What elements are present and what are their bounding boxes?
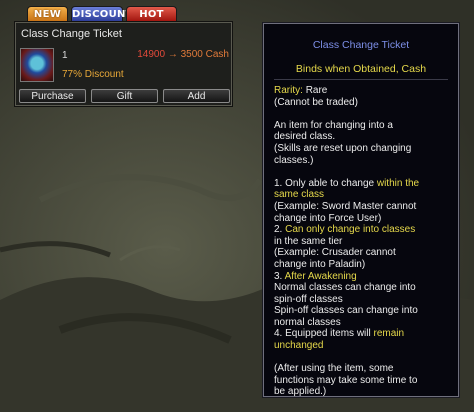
gift-button[interactable]: Gift [91, 89, 158, 103]
note-line: functions may take some time to [274, 374, 418, 386]
rule-1-example: change into Force User) [274, 212, 382, 224]
trade-restriction: (Cannot be traded) [274, 96, 358, 108]
desc-line: desired class. [274, 131, 336, 143]
item-card[interactable]: Class Change Ticket 1 14900 → 3500 Cash … [15, 22, 232, 106]
rule-1-example: (Example: Sword Master cannot [274, 200, 417, 212]
desc-line: classes.) [274, 154, 314, 166]
discount-label: 77% Discount [62, 69, 124, 80]
item-tooltip: Class Change Ticket Binds when Obtained,… [263, 23, 459, 397]
rule-2-example: (Example: Crusader cannot [274, 247, 396, 259]
note-line: be applied.) [274, 386, 327, 398]
purchase-button[interactable]: Purchase [19, 89, 86, 103]
old-price: 14900 [137, 49, 166, 60]
rule-3-line: normal classes [274, 316, 341, 328]
item-quantity: 1 [62, 50, 68, 61]
rule-3-line: spin-off classes [274, 293, 343, 305]
rarity-value: Rare [305, 85, 328, 96]
arrow-icon: → [167, 49, 178, 60]
rule-2: 2. Can only change into classes [274, 224, 416, 236]
desc-line: An item for changing into a [274, 119, 393, 131]
rule-2-example: change into Paladin) [274, 258, 366, 270]
rule-3: 3. After Awakening [274, 270, 357, 282]
rule-4: 4. Equipped items will remain [274, 328, 405, 340]
desc-line: (Skills are reset upon changing [274, 142, 412, 154]
tooltip-body: Rarity: Rare (Cannot be traded) An item … [274, 85, 452, 398]
tab-hot[interactable]: HOT [126, 6, 177, 21]
rule-2-cont: in the same tier [274, 235, 343, 247]
tooltip-title: Class Change Ticket [312, 39, 410, 51]
note-line: (After using the item, some [274, 363, 394, 375]
rule-3-line: Normal classes can change into [274, 282, 416, 294]
add-button[interactable]: Add [163, 89, 230, 103]
ticket-icon[interactable] [20, 48, 54, 82]
rarity-label: Rarity: [274, 85, 303, 96]
rule-3-line: Spin-off classes can change into [274, 305, 418, 317]
tab-new[interactable]: NEW [27, 6, 68, 21]
tab-discount[interactable]: DISCOUNT [71, 6, 132, 21]
new-price: 3500 Cash [180, 49, 229, 60]
rule-1-cont: same class [274, 189, 325, 201]
price-display: 14900 → 3500 Cash [136, 49, 229, 61]
rule-4-cont: unchanged [274, 340, 324, 352]
rule-1: 1. Only able to change within the [274, 177, 420, 189]
item-name: Class Change Ticket [21, 28, 122, 40]
tooltip-divider [274, 79, 448, 80]
tooltip-bind-info: Binds when Obtained, Cash [295, 63, 427, 75]
